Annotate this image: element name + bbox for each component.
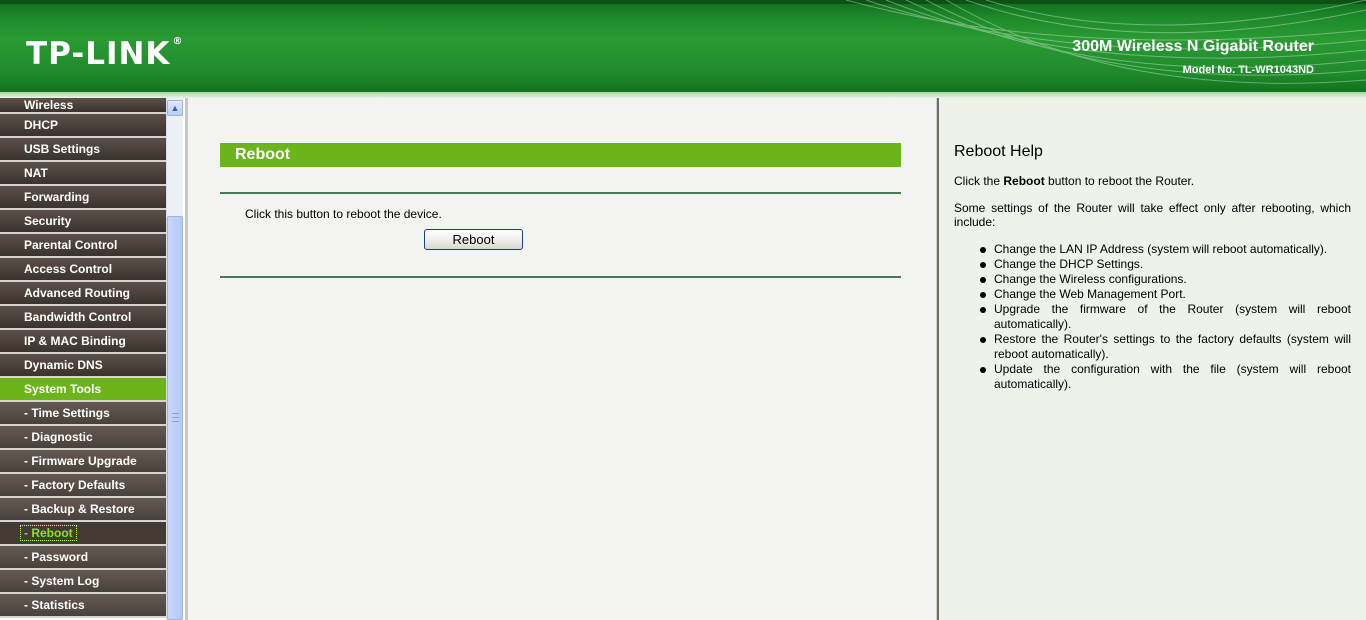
reboot-description: Click this button to reboot the device.	[245, 207, 442, 221]
sidebar-item-label: DHCP	[24, 118, 59, 132]
sidebar-item-label: - Time Settings	[24, 406, 110, 420]
sidebar-item-nat[interactable]: NAT	[0, 162, 166, 186]
sidebar-item-label: Bandwidth Control	[24, 310, 132, 324]
scrollbar-grip-icon	[172, 413, 179, 422]
sidebar-menu: Wireless DHCP USB Settings NAT Forwardin…	[0, 98, 166, 620]
sidebar-item-label: System Tools	[24, 382, 102, 396]
sidebar-item-time-settings[interactable]: - Time Settings	[0, 402, 166, 426]
sidebar-item-system-tools[interactable]: System Tools	[0, 378, 166, 402]
sidebar-item-bandwidth-control[interactable]: Bandwidth Control	[0, 306, 166, 330]
help-list-item: Change the LAN IP Address (system will r…	[954, 242, 1351, 257]
sidebar-item-label: USB Settings	[24, 142, 101, 156]
sidebar-item-label: - Firmware Upgrade	[24, 454, 137, 468]
sidebar-item-label: - Password	[24, 550, 89, 564]
help-list: Change the LAN IP Address (system will r…	[954, 242, 1351, 392]
bullet-icon	[980, 262, 986, 268]
sidebar-item-access-control[interactable]: Access Control	[0, 258, 166, 282]
sidebar-item-statistics[interactable]: - Statistics	[0, 594, 166, 618]
sidebar-item-label: Dynamic DNS	[24, 358, 103, 372]
bullet-icon	[980, 292, 986, 298]
sidebar-item-diagnostic[interactable]: - Diagnostic	[0, 426, 166, 450]
sidebar-item-label: - Factory Defaults	[24, 478, 126, 492]
sidebar-item-label: - Reboot	[20, 525, 77, 541]
help-list-item: Change the Web Management Port.	[954, 287, 1351, 302]
bullet-icon	[980, 307, 986, 313]
sidebar-item-dynamic-dns[interactable]: Dynamic DNS	[0, 354, 166, 378]
sidebar-item-parental-control[interactable]: Parental Control	[0, 234, 166, 258]
main-content: Reboot Click this button to reboot the d…	[188, 98, 936, 620]
help-panel: Reboot Help Click the Reboot button to r…	[939, 98, 1366, 620]
sidebar-item-reboot[interactable]: - Reboot	[0, 522, 166, 546]
scrollbar-thumb[interactable]	[167, 216, 183, 620]
sidebar-item-factory-defaults[interactable]: - Factory Defaults	[0, 474, 166, 498]
bullet-icon	[980, 277, 986, 283]
help-list-item: Change the DHCP Settings.	[954, 257, 1351, 272]
bullet-icon	[980, 367, 986, 373]
help-list-item: Upgrade the firmware of the Router (syst…	[954, 302, 1351, 332]
sidebar-item-wireless[interactable]: Wireless	[0, 98, 166, 114]
sidebar-item-firmware-upgrade[interactable]: - Firmware Upgrade	[0, 450, 166, 474]
sidebar-item-forwarding[interactable]: Forwarding	[0, 186, 166, 210]
sidebar-item-security[interactable]: Security	[0, 210, 166, 234]
help-list-item-text: Change the Web Management Port.	[994, 287, 1186, 301]
model-number: Model No. TL-WR1043ND	[1182, 64, 1314, 76]
help-intro-start: Click the	[954, 174, 1004, 188]
logo-text: TP-LINK	[26, 36, 171, 72]
help-paragraph: Some settings of the Router will take ef…	[954, 201, 1351, 229]
sidebar-item-label: - Backup & Restore	[24, 502, 135, 516]
help-list-item-text: Change the Wireless configurations.	[994, 272, 1187, 286]
help-list-item-text: Change the DHCP Settings.	[994, 257, 1144, 271]
sidebar-item-password[interactable]: - Password	[0, 546, 166, 570]
help-list-item-text: Change the LAN IP Address (system will r…	[994, 242, 1328, 256]
help-intro-end: button to reboot the Router.	[1044, 174, 1195, 188]
sidebar-item-label: Access Control	[24, 262, 113, 276]
tp-link-logo: TP-LINK ®	[26, 36, 183, 72]
sidebar-item-ip-mac-binding[interactable]: IP & MAC Binding	[0, 330, 166, 354]
page-title: Reboot	[220, 143, 901, 167]
sidebar-item-label: IP & MAC Binding	[24, 334, 126, 348]
sidebar-item-advanced-routing[interactable]: Advanced Routing	[0, 282, 166, 306]
help-intro-bold: Reboot	[1003, 174, 1045, 188]
sidebar-item-label: Parental Control	[24, 238, 118, 252]
help-list-item: Restore the Router's settings to the fac…	[954, 332, 1351, 362]
header-banner: TP-LINK ® 300M Wireless N Gigabit Router …	[0, 0, 1366, 98]
help-list-item-text: Restore the Router's settings to the fac…	[994, 332, 1351, 361]
sidebar-item-label: Forwarding	[24, 190, 90, 204]
bullet-icon	[980, 337, 986, 343]
divider-bottom	[220, 276, 901, 278]
sidebar-item-usb-settings[interactable]: USB Settings	[0, 138, 166, 162]
sidebar-item-label: - Diagnostic	[24, 430, 93, 444]
scroll-up-arrow-icon[interactable]: ▲	[167, 100, 183, 116]
help-list-item-text: Upgrade the firmware of the Router (syst…	[994, 302, 1351, 331]
sidebar-item-label: - Statistics	[24, 598, 85, 612]
sidebar-item-label: Wireless	[24, 98, 74, 112]
help-list-item-text: Update the configuration with the file (…	[994, 362, 1351, 391]
logo-registered-mark: ®	[172, 36, 184, 47]
help-list-item: Update the configuration with the file (…	[954, 362, 1351, 392]
sidebar-item-system-log[interactable]: - System Log	[0, 570, 166, 594]
product-name: 300M Wireless N Gigabit Router	[1072, 38, 1314, 55]
sidebar-item-label: Advanced Routing	[24, 286, 131, 300]
bullet-icon	[980, 247, 986, 253]
reboot-button[interactable]: Reboot	[424, 229, 523, 250]
sidebar-scrollbar[interactable]: ▲	[166, 98, 183, 620]
sidebar-item-dhcp[interactable]: DHCP	[0, 114, 166, 138]
help-intro: Click the Reboot button to reboot the Ro…	[954, 174, 1194, 188]
sidebar-item-label: NAT	[24, 166, 48, 180]
help-list-item: Change the Wireless configurations.	[954, 272, 1351, 287]
help-title: Reboot Help	[954, 143, 1043, 160]
divider-top	[220, 192, 901, 194]
sidebar-item-backup-restore[interactable]: - Backup & Restore	[0, 498, 166, 522]
sidebar-item-label: Security	[24, 214, 72, 228]
sidebar-item-label: - System Log	[24, 574, 100, 588]
